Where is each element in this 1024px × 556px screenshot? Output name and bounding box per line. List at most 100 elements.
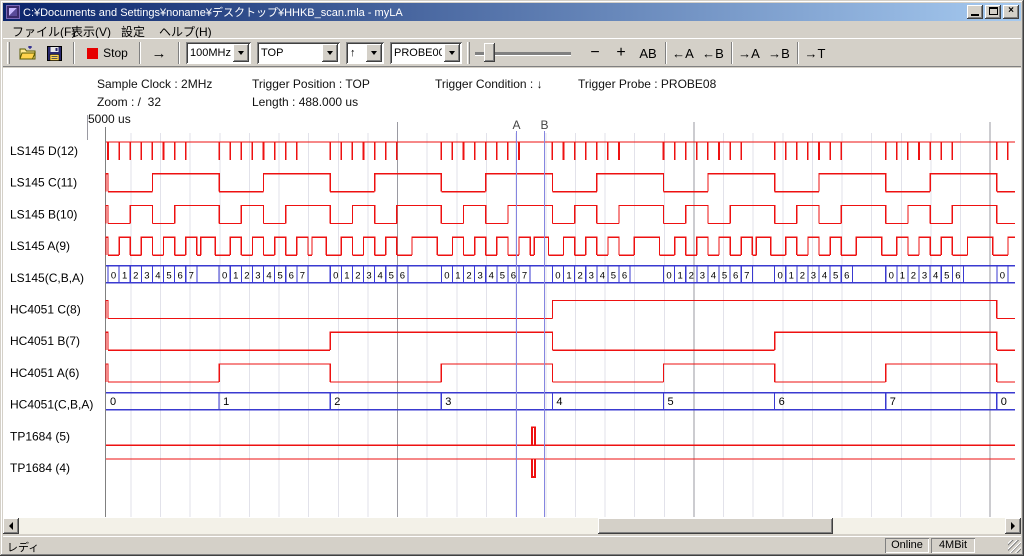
- zoom-in-button[interactable]: +: [609, 42, 633, 64]
- goto-cursor-b-left-button[interactable]: ←B: [699, 42, 727, 64]
- zoom-out-button[interactable]: −: [583, 42, 607, 64]
- stop-button[interactable]: Stop: [80, 42, 135, 64]
- svg-text:3: 3: [589, 270, 594, 281]
- svg-text:3: 3: [478, 270, 483, 281]
- signal-label: HC4051 C(8): [10, 303, 81, 317]
- chevron-down-icon: [449, 51, 455, 55]
- svg-text:0: 0: [111, 270, 116, 281]
- title-bar[interactable]: C:¥Documents and Settings¥noname¥デスクトップ¥…: [3, 3, 1021, 21]
- trigger-edge-dropdown[interactable]: [366, 44, 382, 62]
- signal-row-10: TP1684 (5): [10, 427, 1015, 445]
- sample-rate-dropdown[interactable]: [233, 44, 249, 62]
- menu-view[interactable]: 表示(V): [67, 22, 115, 37]
- trigger-position-dropdown[interactable]: [322, 44, 338, 62]
- toolbar-grip[interactable]: [467, 42, 470, 64]
- ab-span-button[interactable]: AB: [635, 42, 661, 64]
- minimize-button[interactable]: [967, 5, 983, 19]
- svg-text:6: 6: [400, 270, 405, 281]
- goto-cursor-a-left-button[interactable]: ←A: [669, 42, 697, 64]
- svg-text:1: 1: [455, 270, 460, 281]
- scroll-left-button[interactable]: [3, 518, 19, 534]
- toolbar-separator: [731, 42, 733, 64]
- svg-text:5: 5: [944, 270, 949, 281]
- signal-row-4: LS145 A(9): [10, 237, 1015, 255]
- trigger-probe-combo[interactable]: PROBE00: [390, 42, 462, 64]
- menu-help[interactable]: ヘルプ(H): [155, 22, 216, 37]
- goto-trigger-button[interactable]: →T: [801, 42, 829, 64]
- signal-row-5: LS145(C,B,A)0123456701234567012345601234…: [10, 266, 1015, 285]
- chevron-down-icon: [238, 51, 244, 55]
- sample-clock-text: Sample Clock : 2MHz: [97, 77, 212, 91]
- single-run-button[interactable]: →: [144, 42, 174, 64]
- save-button[interactable]: [42, 42, 67, 64]
- maximize-button[interactable]: [985, 5, 1001, 19]
- svg-text:B: B: [540, 118, 548, 132]
- trigger-condition-text: Trigger Condition : ↓: [435, 77, 543, 91]
- svg-text:0: 0: [778, 270, 783, 281]
- svg-text:4: 4: [489, 270, 494, 281]
- goto-cursor-b-right-button[interactable]: →B: [765, 42, 793, 64]
- svg-text:3: 3: [922, 270, 927, 281]
- resize-grip[interactable]: [1008, 540, 1021, 553]
- toolbar-separator: [665, 42, 667, 64]
- svg-text:2: 2: [133, 270, 138, 281]
- trigger-edge-combo[interactable]: ↑: [346, 42, 384, 64]
- svg-text:4: 4: [933, 270, 938, 281]
- status-ready-text: レディ: [7, 539, 39, 555]
- toolbar-separator: [139, 42, 141, 64]
- signal-row-9: HC4051(C,B,A)012345670: [10, 393, 1015, 412]
- chevron-down-icon: [371, 51, 377, 55]
- scrollbar-thumb[interactable]: [598, 518, 833, 534]
- waveform-client-area[interactable]: Sample Clock : 2MHz Trigger Position : T…: [3, 68, 1021, 518]
- svg-text:5: 5: [668, 396, 674, 408]
- svg-text:2: 2: [689, 270, 694, 281]
- scroll-right-button[interactable]: [1005, 518, 1021, 534]
- svg-text:4: 4: [600, 270, 605, 281]
- svg-text:2: 2: [578, 270, 583, 281]
- chevron-down-icon: [327, 51, 333, 55]
- svg-text:2: 2: [911, 270, 916, 281]
- stop-icon: [87, 48, 98, 59]
- svg-text:4: 4: [266, 270, 271, 281]
- svg-text:7: 7: [189, 270, 194, 281]
- toolbar-separator: [178, 42, 180, 64]
- sample-rate-combo[interactable]: 100MHz: [186, 42, 251, 64]
- zoom-slider-thumb[interactable]: [484, 43, 495, 62]
- toolbar-grip[interactable]: [7, 42, 10, 64]
- svg-text:6: 6: [511, 270, 516, 281]
- toolbar-separator: [797, 42, 799, 64]
- svg-text:7: 7: [300, 270, 305, 281]
- trigger-probe-dropdown[interactable]: [444, 44, 460, 62]
- open-file-button[interactable]: [15, 42, 40, 64]
- signal-label: LS145 D(12): [10, 144, 78, 158]
- svg-text:2: 2: [800, 270, 805, 281]
- cursor-b[interactable]: B: [540, 118, 548, 517]
- svg-text:5: 5: [833, 270, 838, 281]
- signal-label: TP1684 (5): [10, 429, 70, 443]
- svg-text:2: 2: [355, 270, 360, 281]
- svg-text:1: 1: [789, 270, 794, 281]
- svg-text:7: 7: [890, 396, 896, 408]
- signal-label: TP1684 (4): [10, 461, 70, 475]
- grid: [88, 115, 991, 517]
- horizontal-scrollbar[interactable]: [3, 518, 1021, 534]
- svg-text:6: 6: [178, 270, 183, 281]
- svg-text:4: 4: [378, 270, 383, 281]
- trigger-position-combo[interactable]: TOP: [257, 42, 340, 64]
- trigger-edge-value: ↑: [346, 47, 364, 59]
- svg-text:7: 7: [744, 270, 749, 281]
- signal-row-1: LS145 D(12): [10, 142, 1015, 160]
- svg-text:7: 7: [522, 270, 527, 281]
- svg-text:5: 5: [389, 270, 394, 281]
- cursor-a[interactable]: A: [512, 118, 520, 517]
- signal-row-8: HC4051 A(6): [10, 364, 1015, 382]
- svg-text:2: 2: [466, 270, 471, 281]
- menu-settings[interactable]: 設定: [117, 22, 149, 37]
- close-button[interactable]: ×: [1003, 5, 1019, 19]
- status-bar: レディ Online 4MBit: [3, 536, 1021, 553]
- signal-label: LS145(C,B,A): [10, 271, 84, 285]
- goto-cursor-a-right-button[interactable]: →A: [735, 42, 763, 64]
- length-text: Length : 488.000 us: [252, 95, 358, 109]
- svg-text:A: A: [512, 118, 520, 132]
- svg-text:3: 3: [445, 396, 451, 408]
